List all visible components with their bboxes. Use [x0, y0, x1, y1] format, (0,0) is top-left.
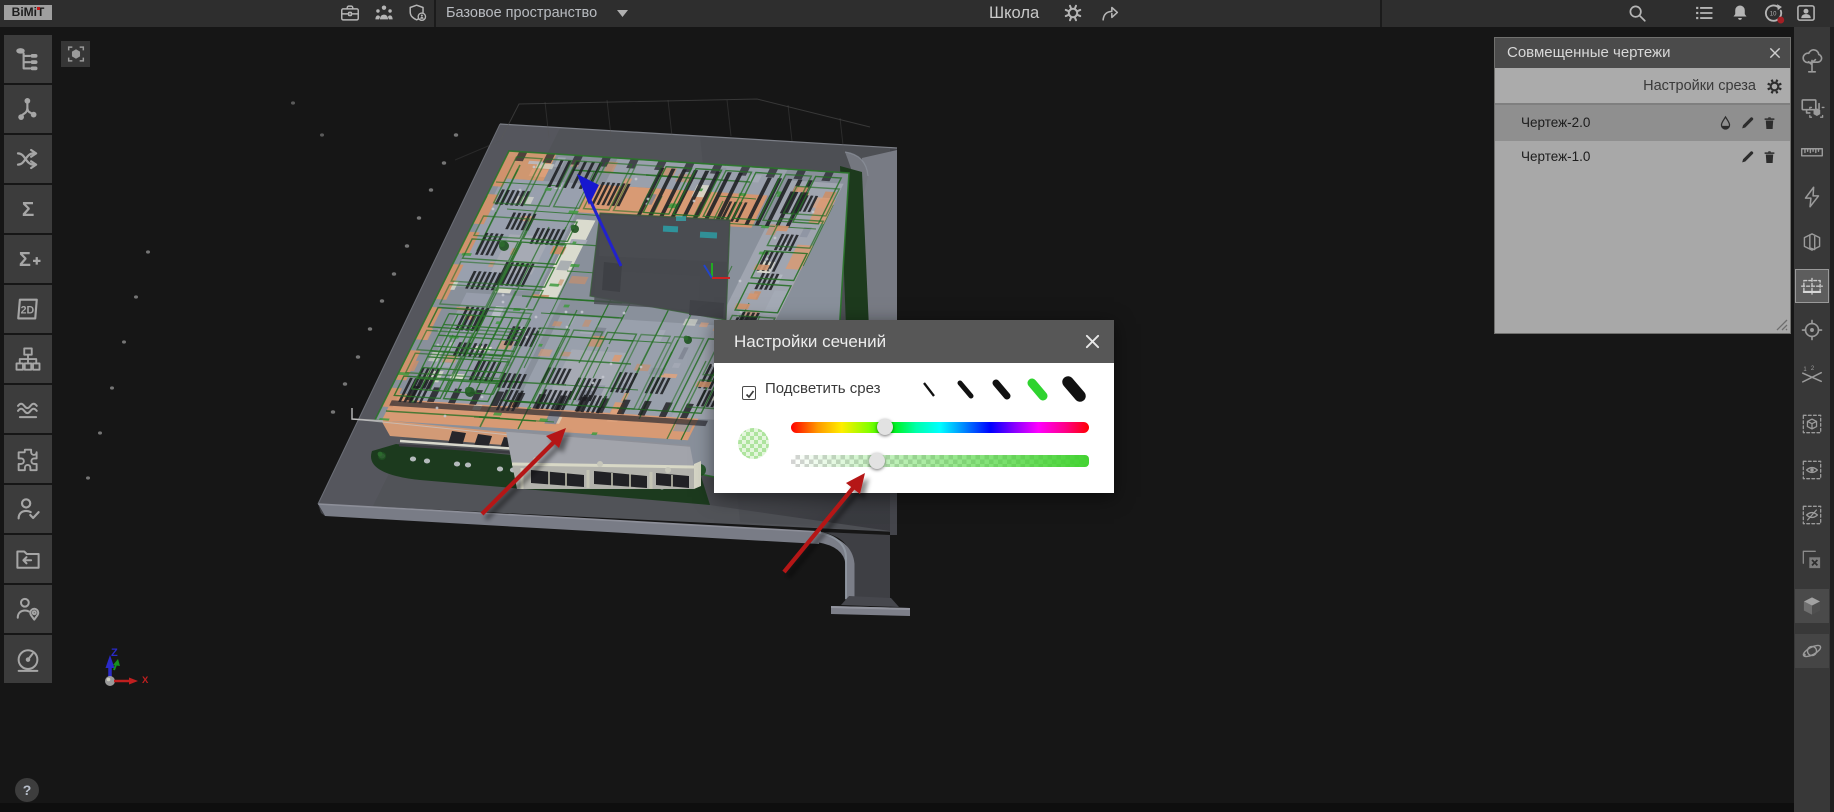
svg-text:2D: 2D	[21, 304, 35, 316]
svg-text:2: 2	[1811, 366, 1814, 372]
svg-text:X: X	[142, 675, 149, 686]
svg-text:Σ: Σ	[19, 249, 31, 271]
svg-text:10: 10	[1770, 12, 1777, 18]
svg-text:1: 1	[1803, 367, 1807, 373]
svg-text:Z: Z	[111, 647, 118, 659]
svg-text:Σ: Σ	[22, 198, 34, 221]
